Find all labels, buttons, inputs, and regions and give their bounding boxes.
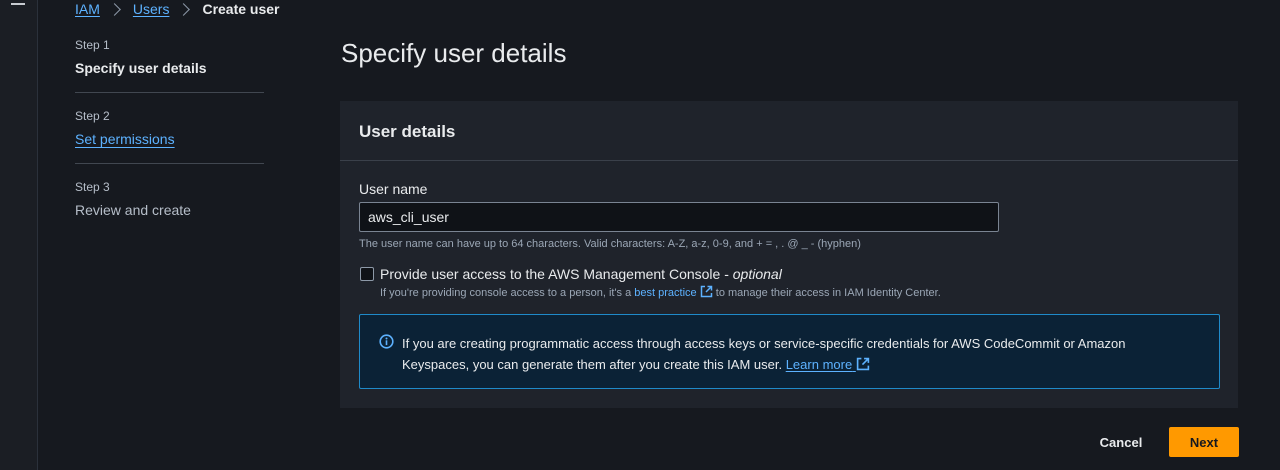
step-set-permissions-link[interactable]: Set permissions: [75, 131, 175, 147]
desc-before: If you're providing console access to a …: [380, 287, 635, 299]
breadcrumb-iam[interactable]: IAM: [75, 1, 100, 17]
step-number: Step 1: [75, 38, 110, 52]
next-button[interactable]: Next: [1169, 427, 1239, 457]
console-access-description: If you're providing console access to a …: [380, 285, 941, 299]
username-hint: The user name can have up to 64 characte…: [359, 238, 861, 250]
info-text: If you are creating programmatic access …: [402, 333, 1192, 375]
hamburger-menu-icon[interactable]: [11, 0, 25, 12]
chevron-right-icon: [177, 2, 191, 16]
page-title: Specify user details: [341, 38, 567, 68]
chevron-right-icon: [108, 2, 121, 16]
external-link-icon: [856, 357, 870, 371]
step-number: Step 3: [75, 180, 110, 194]
info-icon: [379, 334, 394, 349]
breadcrumb-current: Create user: [202, 1, 280, 17]
panel-title: User details: [359, 122, 456, 141]
step-3: Step 3 Review and create: [75, 164, 264, 218]
info-message: If you are creating programmatic access …: [402, 336, 1126, 372]
step-2: Step 2 Set permissions: [75, 93, 264, 164]
learn-more-link[interactable]: Learn more: [786, 357, 870, 372]
breadcrumb: IAM Users Create user: [75, 0, 280, 18]
console-access-checkbox[interactable]: [360, 267, 374, 281]
console-access-label-text: Provide user access to the AWS Managemen…: [380, 266, 733, 282]
step-title: Review and create: [75, 202, 191, 218]
panel-header: [340, 101, 1238, 161]
optional-text: optional: [732, 266, 782, 282]
desc-after: to manage their access in IAM Identity C…: [712, 287, 941, 299]
username-label: User name: [359, 181, 428, 197]
breadcrumb-users[interactable]: Users: [133, 1, 170, 17]
console-access-label[interactable]: Provide user access to the AWS Managemen…: [380, 266, 782, 282]
step-number: Step 2: [75, 109, 110, 123]
user-details-panel: User details User name The user name can…: [340, 101, 1238, 408]
learn-more-text: Learn more: [785, 357, 853, 372]
username-input[interactable]: [359, 202, 999, 232]
cancel-button[interactable]: Cancel: [1090, 427, 1152, 457]
step-1: Step 1 Specify user details: [75, 38, 264, 93]
external-link-icon: [700, 285, 712, 298]
step-title: Specify user details: [75, 60, 207, 76]
wizard-steps: Step 1 Specify user details Step 2 Set p…: [75, 38, 264, 218]
best-practice-link[interactable]: best practice: [634, 285, 712, 299]
side-nav-rail: [0, 0, 38, 470]
info-alert: If you are creating programmatic access …: [359, 314, 1220, 389]
best-practice-link-text: best practice: [634, 287, 697, 299]
